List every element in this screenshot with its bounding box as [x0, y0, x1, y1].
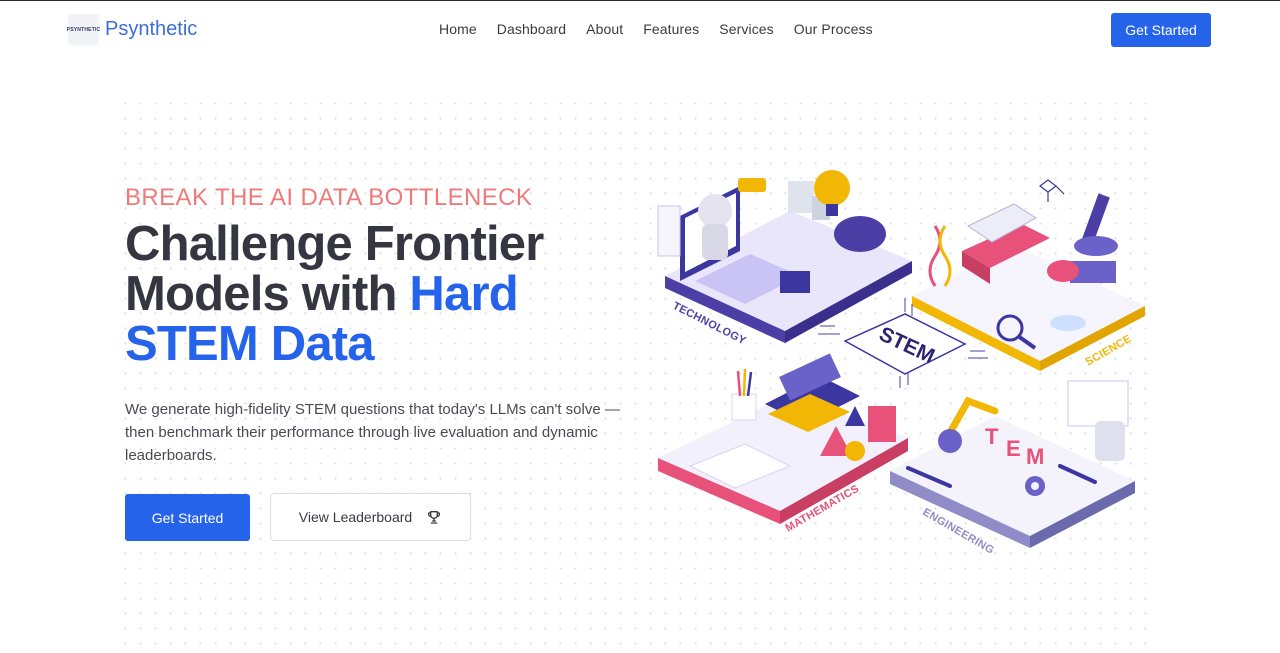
top-navbar: PSYNTHETIC Psynthetic Home Dashboard Abo… — [0, 1, 1280, 59]
nav-link-our-process[interactable]: Our Process — [794, 21, 873, 37]
stem-isometric-illustration: STEM T E M TECHNOLOGY SCIENCE MATHEMATIC — [657, 170, 1145, 556]
view-leaderboard-label: View Leaderboard — [298, 509, 413, 525]
engineering-block-m: M — [1026, 444, 1044, 469]
brand-logo[interactable]: PSYNTHETIC — [66, 14, 101, 45]
engineering-block-e: E — [1006, 436, 1021, 461]
logo-wordmark: PSYNTHETIC — [66, 26, 101, 33]
main-menu: Home Dashboard About Features Services O… — [439, 21, 873, 37]
nav-link-home[interactable]: Home — [439, 21, 477, 37]
nav-link-about[interactable]: About — [586, 21, 623, 37]
hero-eyebrow: BREAK THE AI DATA BOTTLENECK — [125, 184, 533, 211]
engineering-platform: T E M — [890, 380, 1135, 548]
mathematics-platform — [658, 353, 908, 524]
get-started-button[interactable]: Get Started — [125, 494, 250, 541]
hero-description: We generate high-fidelity STEM questions… — [125, 401, 620, 464]
nav-link-services[interactable]: Services — [719, 21, 773, 37]
nav-get-started-button[interactable]: Get Started — [1111, 13, 1211, 47]
hero-headline: Challenge Frontier Models with Hard STEM… — [125, 219, 645, 369]
trophy-icon — [428, 511, 441, 524]
view-leaderboard-button[interactable]: View Leaderboard — [270, 493, 471, 541]
engineering-block-t: T — [985, 424, 999, 449]
brand-name[interactable]: Psynthetic — [105, 18, 197, 41]
nav-link-dashboard[interactable]: Dashboard — [497, 21, 566, 37]
nav-link-features[interactable]: Features — [643, 21, 699, 37]
